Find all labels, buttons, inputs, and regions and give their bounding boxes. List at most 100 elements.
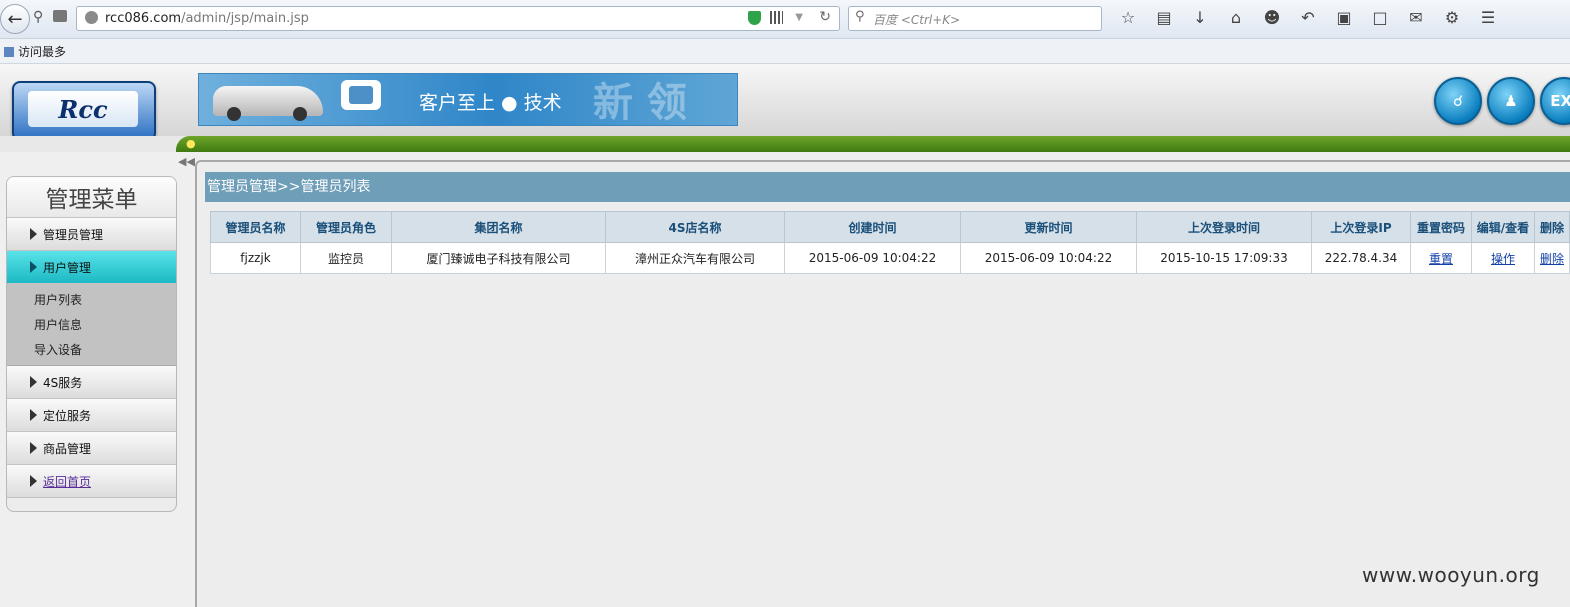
triangle-right-icon bbox=[30, 409, 37, 421]
column-header: 删除 bbox=[1534, 211, 1570, 243]
collapse-sidebar-icon[interactable]: ◀◀ bbox=[178, 155, 195, 168]
page-info-icon[interactable] bbox=[53, 10, 67, 22]
reset-password-link[interactable]: 重置 bbox=[1429, 252, 1453, 266]
cell-store-name: 漳州正众汽车有限公司 bbox=[605, 242, 785, 274]
column-header: 更新时间 bbox=[960, 211, 1137, 243]
sidebar-item-label: 管理员管理 bbox=[43, 227, 104, 242]
menu-title: 管理菜单 bbox=[7, 177, 176, 218]
sidebar-item-users[interactable]: 用户管理 bbox=[7, 251, 176, 284]
reading-list-icon[interactable]: ▤ bbox=[1146, 8, 1182, 27]
admin-table: 管理员名称 管理员角色 集团名称 4S店名称 创建时间 更新时间 上次登录时间 … bbox=[210, 211, 1570, 274]
submenu-user-info[interactable]: 用户信息 bbox=[7, 313, 176, 338]
sidebar-item-label: 定位服务 bbox=[43, 408, 92, 423]
watermark-text: www.wooyun.org bbox=[1362, 563, 1540, 587]
header-divider: ● bbox=[0, 136, 1570, 152]
logo-text: Rcc bbox=[58, 94, 108, 124]
reload-icon[interactable]: ↻ bbox=[819, 9, 831, 25]
sidebar-item-label: 用户管理 bbox=[43, 260, 92, 275]
cell-group-name: 厦门臻诚电子科技有限公司 bbox=[391, 242, 606, 274]
exit-button[interactable]: EXI bbox=[1540, 77, 1570, 125]
column-header: 上次登录IP bbox=[1311, 211, 1411, 243]
home-icon[interactable]: ⌂ bbox=[1218, 8, 1254, 27]
bookmark-most-visited[interactable]: 访问最多 bbox=[4, 43, 66, 60]
message-icon[interactable]: ✉ bbox=[1398, 8, 1434, 27]
back-icon[interactable]: ← bbox=[0, 4, 30, 34]
table-row: fjzzjk 监控员 厦门臻诚电子科技有限公司 漳州正众汽车有限公司 2015-… bbox=[210, 242, 1570, 274]
sidebar-item-location[interactable]: 定位服务 bbox=[7, 399, 176, 432]
rcc-logo: Rcc bbox=[12, 81, 156, 141]
car-image bbox=[213, 86, 323, 121]
bookmarks-bar: 访问最多 bbox=[0, 39, 1570, 64]
users-submenu: 用户列表 用户信息 导入设备 bbox=[7, 284, 176, 366]
search-placeholder: 百度 <Ctrl+K> bbox=[873, 13, 961, 27]
edit-link[interactable]: 操作 bbox=[1491, 252, 1515, 266]
column-header: 4S店名称 bbox=[605, 211, 785, 243]
crop-icon[interactable]: ▣ bbox=[1326, 8, 1362, 27]
header-banner: 客户至上 ● 技术 新 领 bbox=[198, 73, 738, 126]
dropdown-arrow-icon[interactable]: ▼ bbox=[795, 12, 803, 23]
sidebar-footer bbox=[7, 498, 176, 511]
logo-inner: Rcc bbox=[28, 91, 138, 127]
download-icon[interactable]: ↓ bbox=[1182, 8, 1218, 27]
sidebar-item-products[interactable]: 商品管理 bbox=[7, 432, 176, 465]
submenu-import-device[interactable]: 导入设备 bbox=[7, 338, 176, 363]
column-header: 集团名称 bbox=[391, 211, 606, 243]
sidebar: 管理菜单 管理员管理 用户管理 用户列表 用户信息 导入设备 4S服务 定位服务… bbox=[6, 176, 177, 512]
submenu-user-list[interactable]: 用户列表 bbox=[7, 288, 176, 313]
column-header: 创建时间 bbox=[784, 211, 961, 243]
extension-icon[interactable]: ⚙ bbox=[1434, 8, 1470, 27]
sidebar-item-label: 商品管理 bbox=[43, 441, 92, 456]
cell-last-login-ip: 222.78.4.34 bbox=[1311, 242, 1411, 274]
cell-created-time: 2015-06-09 10:04:22 bbox=[784, 242, 961, 274]
delete-link[interactable]: 删除 bbox=[1540, 252, 1564, 266]
device-image bbox=[341, 80, 381, 110]
search-box[interactable]: ⚲ 百度 <Ctrl+K> bbox=[848, 6, 1102, 31]
sidebar-item-home[interactable]: 返回首页 bbox=[7, 465, 176, 498]
column-header: 管理员名称 bbox=[210, 211, 301, 243]
site-identity-icon[interactable] bbox=[85, 11, 98, 24]
shield-icon[interactable] bbox=[748, 11, 761, 25]
lightbulb-icon: ● bbox=[186, 137, 196, 150]
banner-ghost-text: 新 领 bbox=[593, 80, 687, 126]
triangle-right-icon bbox=[30, 442, 37, 454]
toolbar-icons: ☆ ▤ ↓ ⌂ ☻ ↶ ▣ □ ✉ ⚙ ☰ bbox=[1110, 8, 1506, 27]
user-icon: ♟ bbox=[1504, 92, 1518, 110]
cell-edit: 操作 bbox=[1471, 242, 1535, 274]
cell-admin-name: fjzzjk bbox=[210, 242, 301, 274]
sidebar-item-4s-service[interactable]: 4S服务 bbox=[7, 366, 176, 399]
search-icon: ⚲ bbox=[855, 9, 865, 24]
screenshot-icon[interactable]: □ bbox=[1362, 8, 1398, 27]
key-button[interactable]: ☌ bbox=[1434, 77, 1482, 125]
cell-reset: 重置 bbox=[1410, 242, 1472, 274]
key-icon[interactable]: ⚲ bbox=[33, 9, 43, 25]
app-header: Rcc 客户至上 ● 技术 新 领 ☌ ♟ EXI bbox=[0, 64, 1570, 141]
star-icon[interactable]: ☆ bbox=[1110, 8, 1146, 27]
column-header: 重置密码 bbox=[1410, 211, 1472, 243]
banner-slogan: 客户至上 ● 技术 bbox=[419, 92, 562, 114]
column-header: 上次登录时间 bbox=[1136, 211, 1312, 243]
undo-icon[interactable]: ↶ bbox=[1290, 8, 1326, 27]
url-text[interactable]: rcc086.com/admin/jsp/main.jsp bbox=[105, 11, 309, 26]
triangle-right-icon bbox=[30, 376, 37, 388]
column-header: 编辑/查看 bbox=[1471, 211, 1535, 243]
bookmark-icon bbox=[4, 47, 14, 57]
triangle-right-icon bbox=[30, 261, 37, 273]
cell-delete: 删除 bbox=[1534, 242, 1570, 274]
sidebar-item-admin[interactable]: 管理员管理 bbox=[7, 218, 176, 251]
user-button[interactable]: ♟ bbox=[1487, 77, 1535, 125]
url-host: rcc086.com bbox=[105, 11, 182, 26]
column-header: 管理员角色 bbox=[300, 211, 392, 243]
triangle-right-icon bbox=[30, 228, 37, 240]
return-home-link[interactable]: 返回首页 bbox=[43, 473, 91, 490]
browser-toolbar: ← ⚲ rcc086.com/admin/jsp/main.jsp ▼ ↻ ⚲ … bbox=[0, 0, 1570, 39]
bookmark-label: 访问最多 bbox=[18, 45, 67, 59]
key-icon: ☌ bbox=[1452, 92, 1464, 110]
qr-code-icon[interactable] bbox=[770, 11, 783, 24]
url-path: /admin/jsp/main.jsp bbox=[181, 11, 309, 26]
address-bar[interactable]: rcc086.com/admin/jsp/main.jsp ▼ ↻ bbox=[76, 6, 840, 31]
breadcrumb: 管理员管理>>管理员列表 bbox=[205, 172, 1570, 202]
chat-icon[interactable]: ☻ bbox=[1254, 8, 1290, 27]
menu-icon[interactable]: ☰ bbox=[1470, 8, 1506, 27]
triangle-right-icon bbox=[30, 475, 37, 487]
table-header-row: 管理员名称 管理员角色 集团名称 4S店名称 创建时间 更新时间 上次登录时间 … bbox=[210, 211, 1570, 243]
